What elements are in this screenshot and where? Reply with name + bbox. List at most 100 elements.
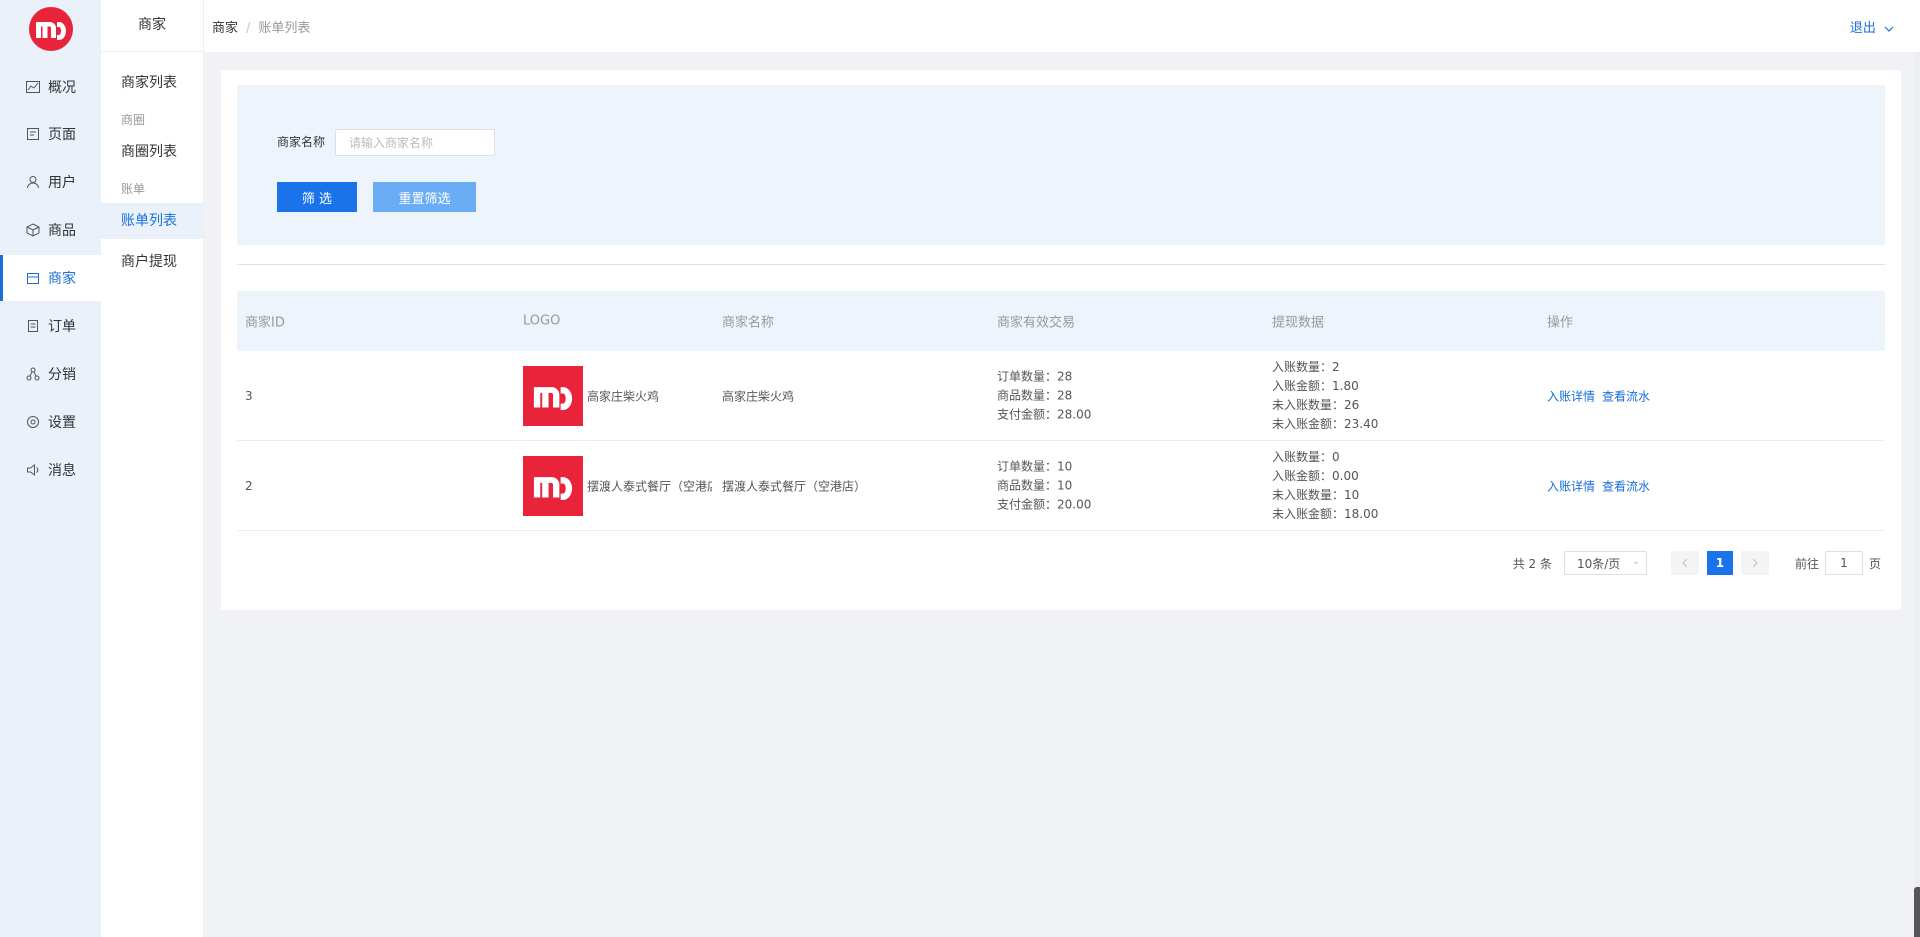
page-size-select[interactable]: 10条/页 ⌄ <box>1563 551 1647 575</box>
rail-item-message[interactable]: 消息 <box>0 447 101 493</box>
header-merchant-id: 商家ID <box>245 315 285 331</box>
withdraw-in-count: 入账数量：2 <box>1272 359 1340 374</box>
app-logo[interactable] <box>29 7 73 51</box>
breadcrumb-item-merchant[interactable]: 商家 <box>212 21 238 36</box>
trade-pay-amount: 支付金额：20.00 <box>997 497 1092 511</box>
main-nav-rail: 概况 页面 用户 商品 商家 订单 分销 设置 消息 <box>0 0 101 937</box>
withdraw-pending-count: 未入账数量：10 <box>1272 487 1360 502</box>
view-flow-link[interactable]: 查看流水 <box>1602 479 1650 493</box>
pagination-total: 共 2 条 <box>1512 556 1552 571</box>
sub-menu-item-withdraw[interactable]: 商户提现 <box>101 244 203 280</box>
header-withdraw-data: 提现数据 <box>1272 315 1325 331</box>
sub-menu-item-bill-list[interactable]: 账单列表 <box>101 203 203 239</box>
next-page-button[interactable] <box>1740 551 1769 575</box>
header-valid-trade: 商家有效交易 <box>997 315 1076 331</box>
rail-item-overview[interactable]: 概况 <box>0 64 101 110</box>
goto-page-input[interactable]: 1 <box>1824 551 1863 575</box>
entry-detail-link[interactable]: 入账详情 <box>1547 479 1595 493</box>
merchant-name: 摆渡人泰式餐厅（空港店） <box>722 479 867 493</box>
merchant-logo <box>523 455 583 516</box>
rail-item-user[interactable]: 用户 <box>0 159 101 205</box>
sub-menu-group-business-circle: 商圈 <box>121 113 146 127</box>
chevron-right-icon <box>1752 558 1758 568</box>
rail-item-label: 分销 <box>48 367 76 383</box>
logo-store-name: 高家庄柴火鸡 <box>587 389 660 403</box>
rail-item-page[interactable]: 页面 <box>0 111 101 157</box>
logout-button[interactable]: 退出 <box>1850 17 1894 36</box>
order-icon <box>26 319 40 333</box>
trade-goods-count: 商品数量：10 <box>997 478 1073 492</box>
trade-goods-count: 商品数量：28 <box>997 388 1073 402</box>
chevron-down-icon <box>1884 26 1894 32</box>
page-size-value: 10条/页 <box>1576 556 1621 571</box>
prev-page-button[interactable] <box>1670 551 1699 575</box>
goto-label: 前往 <box>1794 556 1819 571</box>
filter-button[interactable]: 筛 选 <box>277 182 357 212</box>
bill-table: 商家ID LOGO 商家名称 商家有效交易 提现数据 操作 3 高家庄柴火鸡 高… <box>237 291 1885 531</box>
breadcrumb-separator: / <box>246 20 251 36</box>
valid-trade-cell: 订单数量：10 商品数量：10 支付金额：20.00 <box>997 457 1091 514</box>
logo-icon <box>36 22 66 40</box>
trade-pay-amount: 支付金额：28.00 <box>997 407 1092 421</box>
breadcrumb: 商家 / 账单列表 <box>212 17 310 36</box>
rail-item-distribution[interactable]: 分销 <box>0 351 101 397</box>
rail-item-label: 商品 <box>48 223 76 239</box>
logo-icon <box>533 476 573 500</box>
withdraw-in-amount: 入账金额：1.80 <box>1272 378 1359 393</box>
divider <box>237 264 1885 265</box>
rail-item-order[interactable]: 订单 <box>0 303 101 349</box>
merchant-name-input[interactable] <box>335 129 495 156</box>
merchant-id: 3 <box>245 388 253 403</box>
withdraw-cell: 入账数量：2 入账金额：1.80 未入账数量：26 未入账金额：23.40 <box>1272 358 1378 434</box>
chevron-left-icon <box>1682 558 1688 568</box>
rail-item-goods[interactable]: 商品 <box>0 207 101 253</box>
sub-menu: 商家 商家列表 商圈 商圈列表 账单 账单列表 商户提现 <box>101 0 204 937</box>
gear-icon <box>26 415 40 429</box>
sub-menu-title: 商家 <box>101 0 203 52</box>
withdraw-pending-amount: 未入账金额：18.00 <box>1272 506 1379 521</box>
header-actions: 操作 <box>1547 315 1574 331</box>
page-suffix: 页 <box>1868 556 1881 571</box>
breadcrumb-item-current: 账单列表 <box>258 20 311 36</box>
trade-order-count: 订单数量：10 <box>997 459 1073 473</box>
rail-item-label: 消息 <box>48 463 76 479</box>
sub-menu-item-merchant-list[interactable]: 商家列表 <box>101 65 203 101</box>
rail-item-label: 用户 <box>48 175 76 191</box>
withdraw-cell: 入账数量：0 入账金额：0.00 未入账数量：10 未入账金额：18.00 <box>1272 448 1378 524</box>
store-icon <box>26 271 40 285</box>
trade-order-count: 订单数量：28 <box>997 369 1073 383</box>
logo-icon <box>533 386 573 410</box>
entry-detail-link[interactable]: 入账详情 <box>1547 389 1595 403</box>
pagination: 共 2 条 10条/页 ⌄ 1 前往 1 页 <box>1513 551 1881 575</box>
withdraw-pending-amount: 未入账金额：23.40 <box>1272 416 1379 431</box>
rail-item-settings[interactable]: 设置 <box>0 399 101 445</box>
rail-item-label: 设置 <box>48 415 76 431</box>
header-logo: LOGO <box>523 313 561 329</box>
chart-line-icon <box>26 80 40 94</box>
reset-filter-button[interactable]: 重置筛选 <box>373 182 476 212</box>
actions-cell: 入账详情 查看流水 <box>1547 477 1657 494</box>
page-number-current[interactable]: 1 <box>1706 551 1733 575</box>
withdraw-pending-count: 未入账数量：26 <box>1272 397 1360 412</box>
page-icon <box>26 127 40 141</box>
rail-item-label: 页面 <box>48 127 76 143</box>
speaker-icon <box>26 463 40 477</box>
merchant-name-label: 商家名称 <box>277 135 326 149</box>
network-icon <box>26 367 40 381</box>
view-flow-link[interactable]: 查看流水 <box>1602 389 1650 403</box>
logout-label: 退出 <box>1849 21 1876 36</box>
vertical-scrollbar[interactable] <box>1914 52 1920 937</box>
valid-trade-cell: 订单数量：28 商品数量：28 支付金额：28.00 <box>997 367 1091 424</box>
sub-menu-item-circle-list[interactable]: 商圈列表 <box>101 134 203 170</box>
withdraw-in-amount: 入账金额：0.00 <box>1272 468 1359 483</box>
logo-store-name: 摆渡人泰式餐厅（空港店） <box>587 479 712 493</box>
table-row: 3 高家庄柴火鸡 高家庄柴火鸡 订单数量：28 商品数量：28 支付金额：28.… <box>237 351 1885 441</box>
withdraw-in-count: 入账数量：0 <box>1272 449 1340 464</box>
rail-item-merchant[interactable]: 商家 <box>0 255 101 301</box>
scrollbar-thumb[interactable] <box>1914 887 1920 937</box>
actions-cell: 入账详情 查看流水 <box>1547 387 1657 404</box>
table-header: 商家ID LOGO 商家名称 商家有效交易 提现数据 操作 <box>237 291 1885 351</box>
merchant-id: 2 <box>245 478 253 493</box>
merchant-name: 高家庄柴火鸡 <box>722 389 795 403</box>
sub-menu-group-bill: 账单 <box>121 182 146 196</box>
